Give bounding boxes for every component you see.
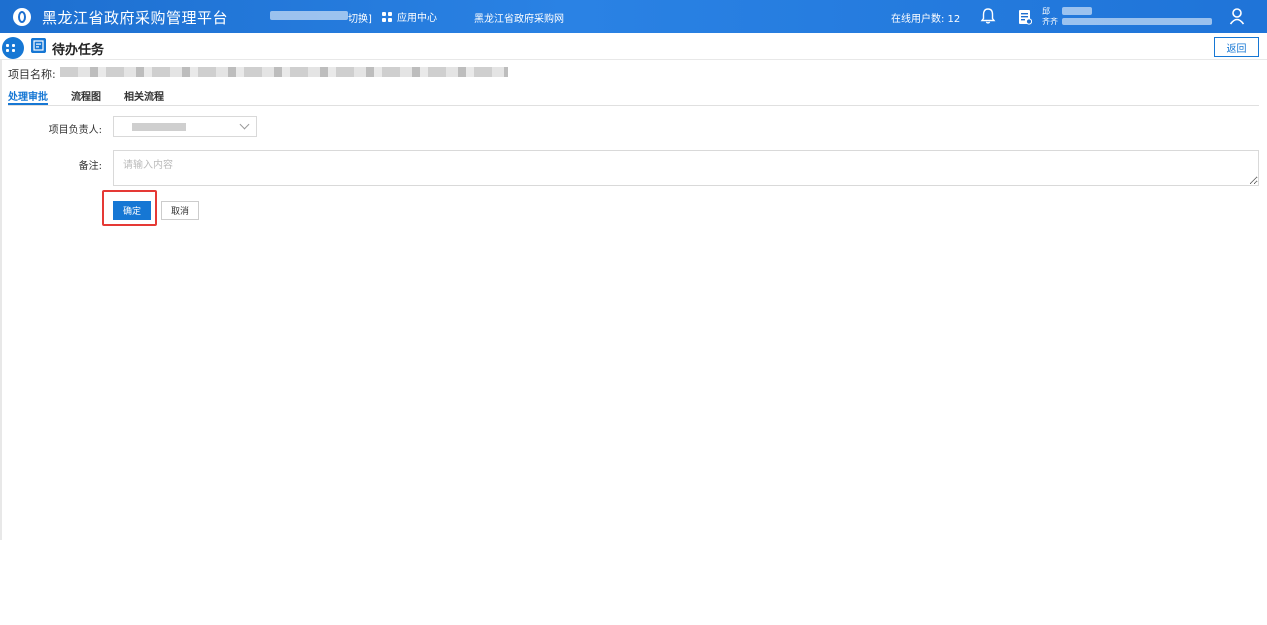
chevron-down-icon	[239, 119, 250, 130]
tab-approval[interactable]: 处理审批	[8, 88, 48, 105]
remark-textarea[interactable]	[113, 150, 1259, 186]
user-info-redacted	[1062, 18, 1212, 25]
owner-label: 项目负责人:	[48, 125, 102, 136]
document-icon[interactable]	[1018, 9, 1032, 25]
owner-value-redacted	[132, 123, 186, 131]
confirm-button[interactable]: 确定	[113, 201, 151, 220]
left-edge-divider	[0, 60, 2, 540]
remark-label: 备注:	[78, 161, 102, 172]
procurement-site-link[interactable]: 黑龙江省政府采购网	[474, 10, 564, 25]
menu-toggle-button[interactable]	[2, 37, 24, 59]
user-info-redacted	[1062, 7, 1092, 15]
tab-flowchart[interactable]: 流程图	[71, 88, 101, 103]
app-center-link[interactable]: 应用中心	[382, 9, 437, 24]
platform-logo-icon	[13, 8, 31, 26]
user-org: 齐齐	[1042, 17, 1058, 26]
apps-grid-icon	[5, 44, 16, 52]
cancel-button[interactable]: 取消	[161, 201, 199, 220]
app-title: 黑龙江省政府采购管理平台	[42, 9, 229, 27]
apps-grid-icon	[382, 11, 392, 22]
back-button[interactable]: 返回	[1214, 37, 1259, 57]
bell-icon[interactable]	[979, 7, 997, 25]
user-profile-icon[interactable]	[1228, 7, 1246, 25]
project-name-redacted	[60, 67, 508, 77]
app-center-label: 应用中心	[397, 13, 437, 24]
online-users-count: 在线用户数: 12	[891, 14, 961, 25]
org-name-redacted	[270, 11, 348, 20]
top-header: 黑龙江省政府采购管理平台 切换] 应用中心 黑龙江省政府采购网 在线用户数: 1…	[0, 0, 1267, 33]
project-name-label: 项目名称:	[8, 68, 56, 81]
page-title: 待办任务	[52, 43, 105, 58]
sub-header	[0, 34, 1267, 60]
switch-org-link[interactable]: 切换]	[348, 10, 372, 25]
task-list-icon	[31, 38, 46, 53]
tab-bar: 处理审批 流程图 相关流程	[8, 88, 1259, 106]
owner-select[interactable]	[113, 116, 257, 137]
tab-related-process[interactable]: 相关流程	[124, 88, 164, 103]
